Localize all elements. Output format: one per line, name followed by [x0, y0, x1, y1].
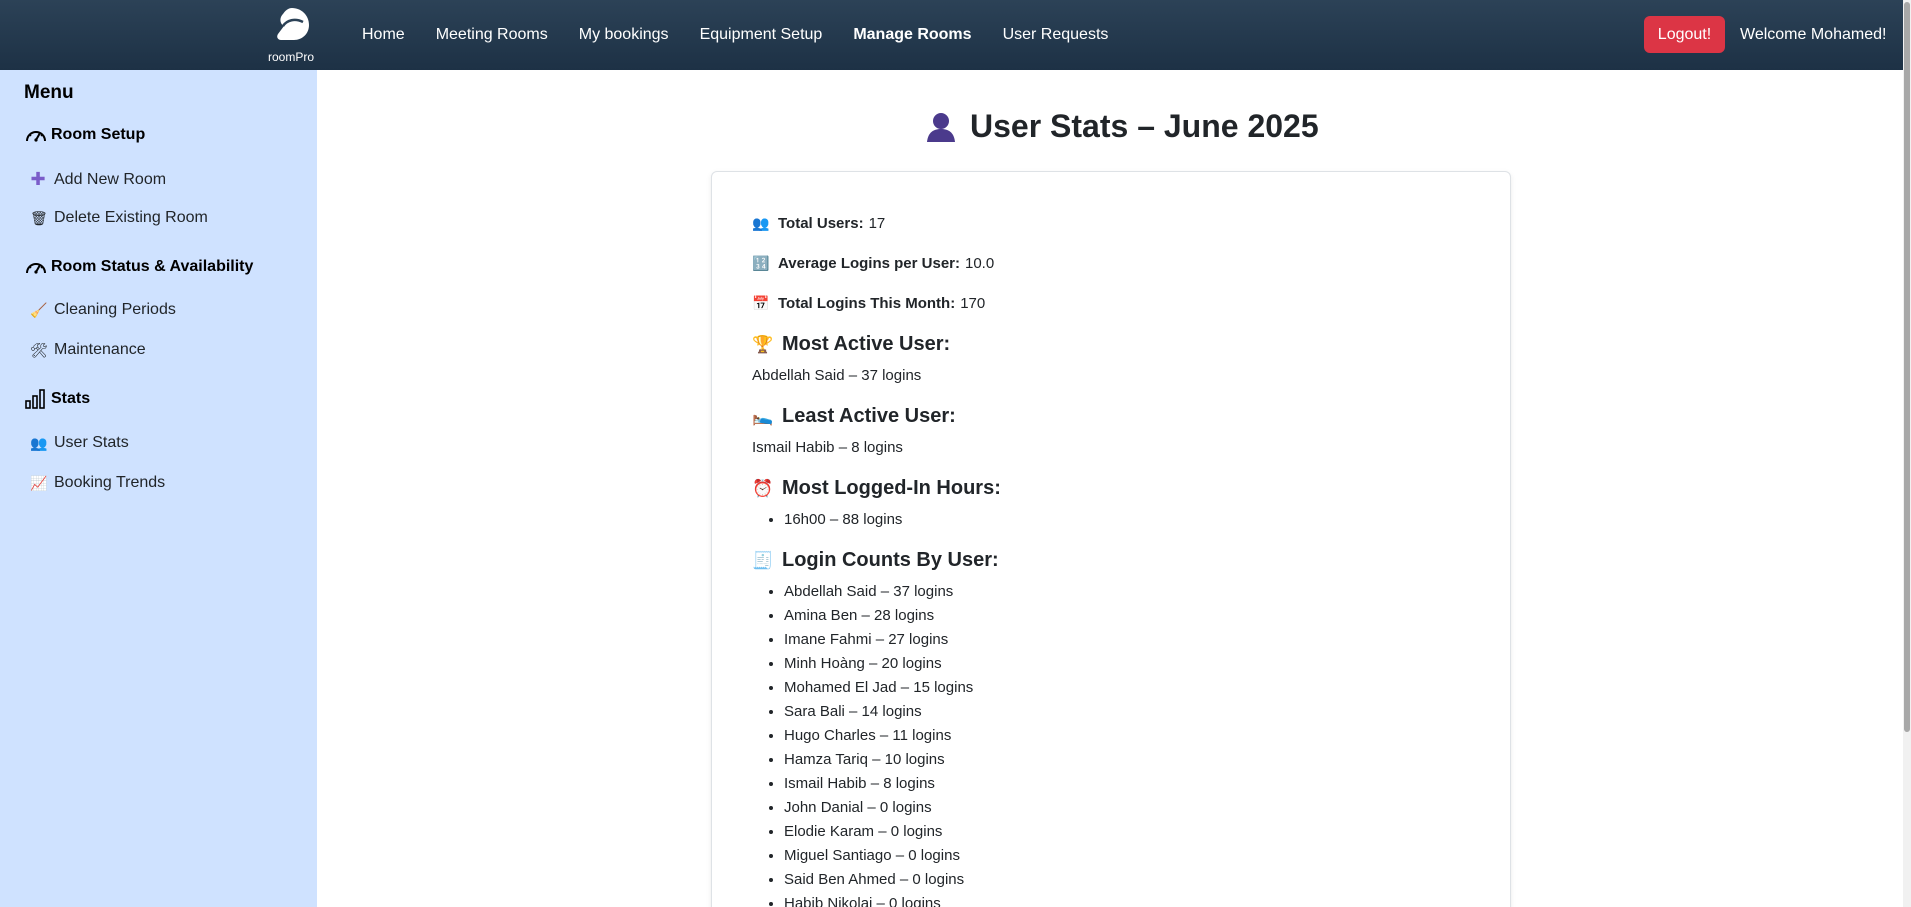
most-active-heading: 🏆 Most Active User: — [752, 333, 950, 356]
list-item: John Danial – 0 logins — [784, 796, 973, 820]
stat-average-logins: 🔢 Average Logins per User: 10.0 — [752, 255, 994, 272]
sidebar: Menu Room Setup ✚ Add New Room 🗑 Delete … — [0, 70, 317, 907]
receipt-icon: 🧾 — [752, 550, 774, 570]
numbers-icon: 🔢 — [752, 255, 770, 271]
sidebar-section-room-status: Room Status & Availability — [24, 257, 253, 277]
stat-total-users: 👥 Total Users: 17 — [752, 215, 885, 232]
sidebar-item-cleaning-periods[interactable]: 🧹 Cleaning Periods — [30, 301, 176, 319]
speedometer-icon — [26, 263, 46, 274]
list-item: Amina Ben – 28 logins — [784, 604, 973, 628]
trend-chart-icon: 📈 — [30, 474, 48, 491]
logo[interactable]: roomPro — [262, 6, 320, 64]
logo-icon — [277, 8, 309, 40]
login-counts-list: Abdellah Said – 37 logins Amina Ben – 28… — [784, 580, 973, 907]
list-item: Habib Nikolai – 0 logins — [784, 892, 973, 907]
list-item: Hugo Charles – 11 logins — [784, 724, 973, 748]
stat-label: Total Logins This Month: — [778, 295, 956, 312]
nav-my-bookings[interactable]: My bookings — [579, 26, 669, 44]
list-item: Abdellah Said – 37 logins — [784, 580, 973, 604]
logo-text: roomPro — [267, 50, 314, 64]
hours-list: 16h00 – 88 logins — [784, 508, 902, 532]
bed-icon: 🛌 — [752, 406, 774, 426]
stat-label: Total Users: — [778, 215, 864, 232]
section-label: Room Setup — [51, 126, 146, 143]
heading-text: Login Counts By User: — [782, 549, 999, 571]
tools-icon: 🛠 — [30, 341, 48, 358]
trophy-icon: 🏆 — [752, 334, 774, 354]
nav-user-requests[interactable]: User Requests — [1003, 26, 1109, 44]
users-icon: 👥 — [752, 215, 770, 231]
sidebar-item-label: Cleaning Periods — [54, 301, 176, 318]
broom-icon: 🧹 — [30, 301, 48, 318]
sidebar-item-label: Maintenance — [54, 341, 146, 358]
logout-button[interactable]: Logout! — [1644, 16, 1725, 53]
users-icon: 👥 — [30, 434, 48, 451]
list-item: Mohamed El Jad – 15 logins — [784, 676, 973, 700]
nav-equipment-setup[interactable]: Equipment Setup — [700, 26, 823, 44]
stat-value: 17 — [868, 215, 886, 232]
heading-text: Least Active User: — [782, 405, 956, 427]
welcome-message: Welcome Mohamed! — [1740, 26, 1887, 43]
plus-icon: ✚ — [30, 169, 46, 189]
sidebar-item-booking-trends[interactable]: 📈 Booking Trends — [30, 474, 165, 492]
sidebar-item-label: User Stats — [54, 434, 129, 451]
least-active-heading: 🛌 Least Active User: — [752, 405, 956, 428]
list-item: Sara Bali – 14 logins — [784, 700, 973, 724]
calendar-icon: 📅 — [752, 295, 770, 311]
page-scrollbar[interactable] — [1903, 0, 1911, 907]
sidebar-section-room-setup: Room Setup — [24, 125, 145, 145]
page-title-text: User Stats – June 2025 — [970, 108, 1319, 144]
sidebar-item-label: Add New Room — [54, 170, 167, 188]
list-item: Minh Hoàng – 20 logins — [784, 652, 973, 676]
sidebar-title: Menu — [24, 82, 74, 103]
page-title: User Stats – June 2025 — [926, 108, 1319, 145]
stat-value: 10.0 — [965, 255, 995, 272]
sidebar-item-label: Delete Existing Room — [54, 209, 208, 226]
nav-home[interactable]: Home — [362, 26, 405, 44]
wastebasket-icon: 🗑 — [30, 209, 48, 226]
stat-total-logins: 📅 Total Logins This Month: 170 — [752, 295, 985, 312]
alarm-clock-icon: ⏰ — [752, 478, 774, 498]
nav-meeting-rooms[interactable]: Meeting Rooms — [436, 26, 548, 44]
most-active-text: Abdellah Said – 37 logins — [752, 367, 922, 384]
nav-manage-rooms[interactable]: Manage Rooms — [853, 26, 971, 44]
section-label: Room Status & Availability — [51, 258, 254, 275]
logged-in-hours-heading: ⏰ Most Logged-In Hours: — [752, 477, 1001, 500]
sidebar-item-maintenance[interactable]: 🛠 Maintenance — [30, 341, 146, 359]
list-item: Miguel Santiago – 0 logins — [784, 844, 973, 868]
heading-text: Most Logged-In Hours: — [782, 477, 1001, 499]
list-item: Imane Fahmi – 27 logins — [784, 628, 973, 652]
top-navbar: roomPro Home Meeting Rooms My bookings E… — [0, 0, 1911, 70]
list-item: Ismail Habib – 8 logins — [784, 772, 973, 796]
list-item: 16h00 – 88 logins — [784, 508, 902, 532]
main-nav: Home Meeting Rooms My bookings Equipment… — [362, 0, 1139, 70]
section-label: Stats — [51, 390, 91, 407]
bar-chart-icon — [25, 389, 45, 409]
login-counts-heading: 🧾 Login Counts By User: — [752, 549, 999, 572]
list-item: Hamza Tariq – 10 logins — [784, 748, 973, 772]
list-item: Said Ben Ahmed – 0 logins — [784, 868, 973, 892]
scrollbar-thumb[interactable] — [1904, 2, 1910, 732]
user-silhouette-icon — [927, 112, 955, 142]
sidebar-item-delete-existing-room[interactable]: 🗑 Delete Existing Room — [30, 209, 208, 227]
list-item: Elodie Karam – 0 logins — [784, 820, 973, 844]
stat-label: Average Logins per User: — [778, 255, 960, 272]
heading-text: Most Active User: — [782, 333, 951, 355]
stat-value: 170 — [960, 295, 986, 312]
sidebar-section-stats: Stats — [24, 388, 90, 410]
speedometer-icon — [26, 131, 46, 142]
sidebar-item-label: Booking Trends — [54, 474, 166, 491]
sidebar-item-user-stats[interactable]: 👥 User Stats — [30, 434, 129, 452]
sidebar-item-add-new-room[interactable]: ✚ Add New Room — [30, 169, 166, 190]
least-active-text: Ismail Habib – 8 logins — [752, 439, 903, 456]
